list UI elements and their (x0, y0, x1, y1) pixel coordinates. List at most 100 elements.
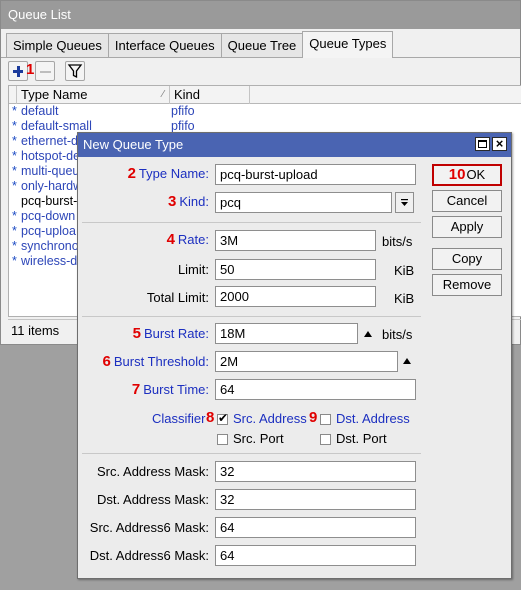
row-type-name: wireless-d (21, 254, 78, 268)
row-type-name: pcq-down (21, 209, 76, 223)
table-row[interactable]: * default pfifo (9, 104, 521, 119)
copy-button[interactable]: Copy (432, 248, 502, 270)
window-title: Queue List (1, 1, 520, 29)
burst-rate-unit: bits/s (382, 327, 413, 342)
tab-queue-tree[interactable]: Queue Tree (220, 33, 304, 58)
rate-label: 4 Rate: (167, 231, 209, 248)
annotation-10: 10 (448, 166, 466, 183)
type-name-label: 2 Type Name: (128, 165, 209, 182)
dst-address6-mask-label: Dst. Address6 Mask: (89, 548, 209, 563)
total-limit-input[interactable]: 2000 (215, 286, 376, 307)
dialog-titlebar: New Queue Type × (78, 133, 511, 157)
row-marker: * (12, 164, 17, 178)
row-type-name: only-hardw (21, 179, 83, 193)
dst-address6-mask-input[interactable]: 64 (215, 545, 416, 566)
minus-icon (40, 71, 51, 73)
row-marker: * (12, 209, 17, 223)
annotation-3: 3 (168, 193, 177, 210)
burst-rate-label-text: Burst Rate: (143, 326, 209, 341)
src-port-checkbox-label: Src. Port (233, 431, 284, 446)
kind-select[interactable]: pcq (215, 192, 392, 213)
kind-label: 3 Kind: (168, 193, 209, 210)
dst-address-checkbox-label: Dst. Address (336, 411, 410, 426)
dialog-title: New Queue Type (83, 137, 184, 152)
remove-button[interactable] (35, 61, 55, 81)
cancel-button[interactable]: Cancel (432, 190, 502, 212)
kind-dropdown-button[interactable] (395, 192, 414, 213)
src-address-checkbox[interactable]: ✔ (217, 411, 229, 425)
row-type-name: multi-queu (21, 164, 80, 178)
dst-address-checkbox[interactable] (320, 414, 331, 425)
rate-input[interactable]: 3M (215, 230, 376, 251)
src-address-checkbox-label: Src. Address (233, 411, 307, 426)
check-icon: ✔ (218, 411, 229, 425)
annotation-2: 2 (127, 165, 136, 182)
limit-input[interactable]: 50 (215, 259, 376, 280)
apply-button[interactable]: Apply (432, 216, 502, 238)
classifier-label: Classifier (152, 411, 206, 426)
filter-button[interactable] (65, 61, 85, 81)
row-marker: * (12, 119, 17, 133)
filter-icon (67, 64, 83, 79)
type-name-label-text: Type Name: (138, 166, 209, 181)
rate-unit: bits/s (382, 234, 413, 249)
tabs-divider (1, 57, 520, 58)
burst-time-label: 7 Burst Time: (132, 381, 209, 398)
total-limit-label: Total Limit: (146, 290, 209, 305)
add-button[interactable] (8, 61, 28, 81)
separator (82, 453, 421, 454)
remove-button[interactable]: Remove (432, 274, 502, 296)
new-queue-type-dialog: New Queue Type × 2 Type Name: pcq-burst-u… (77, 132, 512, 579)
dst-address-mask-label: Dst. Address Mask: (97, 492, 209, 507)
ok-button-label: OK (466, 167, 486, 182)
dst-port-checkbox[interactable] (320, 434, 331, 445)
close-icon: × (495, 136, 504, 151)
ok-button[interactable]: 10OK (432, 164, 502, 186)
maximize-icon (478, 140, 487, 148)
row-marker: * (12, 134, 17, 148)
type-name-input[interactable]: pcq-burst-upload (215, 164, 416, 185)
total-limit-unit: KiB (394, 291, 415, 306)
row-marker: * (12, 104, 17, 118)
tab-simple-queues[interactable]: Simple Queues (6, 33, 109, 58)
annotation-5: 5 (132, 325, 141, 342)
column-kind-label: Kind (174, 87, 201, 102)
burst-time-input[interactable]: 64 (215, 379, 416, 400)
separator (82, 316, 421, 317)
row-type-name: ethernet-d (21, 134, 78, 148)
column-type-name[interactable]: Type Name ⁄ (17, 86, 170, 104)
tab-queue-types[interactable]: Queue Types (302, 31, 394, 58)
annotation-4: 4 (166, 231, 175, 248)
dst-port-checkbox-label: Dst. Port (336, 431, 387, 446)
sort-icon: ⁄ (162, 89, 164, 100)
table-header: Type Name ⁄ Kind (9, 86, 521, 104)
burst-threshold-input[interactable]: 2M (215, 351, 398, 372)
row-marker: * (12, 224, 17, 238)
src-port-checkbox[interactable] (217, 434, 228, 445)
row-marker: * (12, 254, 17, 268)
close-button[interactable]: × (492, 136, 507, 151)
row-marker: * (12, 239, 17, 253)
row-type-name: pcq-uploa (21, 224, 76, 238)
burst-rate-collapse-icon[interactable] (364, 331, 372, 337)
kind-label-text: Kind: (179, 194, 209, 209)
burst-threshold-collapse-icon[interactable] (403, 358, 411, 364)
limit-unit: KiB (394, 263, 415, 278)
burst-threshold-label: 6 Burst Threshold: (103, 353, 209, 370)
tab-bar: Simple Queues Interface Queues Queue Tre… (6, 31, 394, 58)
column-kind[interactable]: Kind (170, 86, 250, 104)
burst-rate-input[interactable]: 18M (215, 323, 358, 344)
maximize-button[interactable] (475, 137, 490, 151)
row-type-name: hotspot-de (21, 149, 81, 163)
annotation-9: 9 (309, 409, 318, 426)
burst-threshold-label-text: Burst Threshold: (113, 354, 209, 369)
item-count: 11 items (11, 323, 60, 338)
dst-address-mask-input[interactable]: 32 (215, 489, 416, 510)
burst-time-label-text: Burst Time: (143, 382, 209, 397)
tab-interface-queues[interactable]: Interface Queues (107, 33, 222, 58)
annotation-6: 6 (102, 353, 111, 370)
row-type-name: pcq-burst- (21, 194, 78, 208)
row-kind: pfifo (171, 104, 195, 118)
src-address6-mask-input[interactable]: 64 (215, 517, 416, 538)
src-address-mask-input[interactable]: 32 (215, 461, 416, 482)
